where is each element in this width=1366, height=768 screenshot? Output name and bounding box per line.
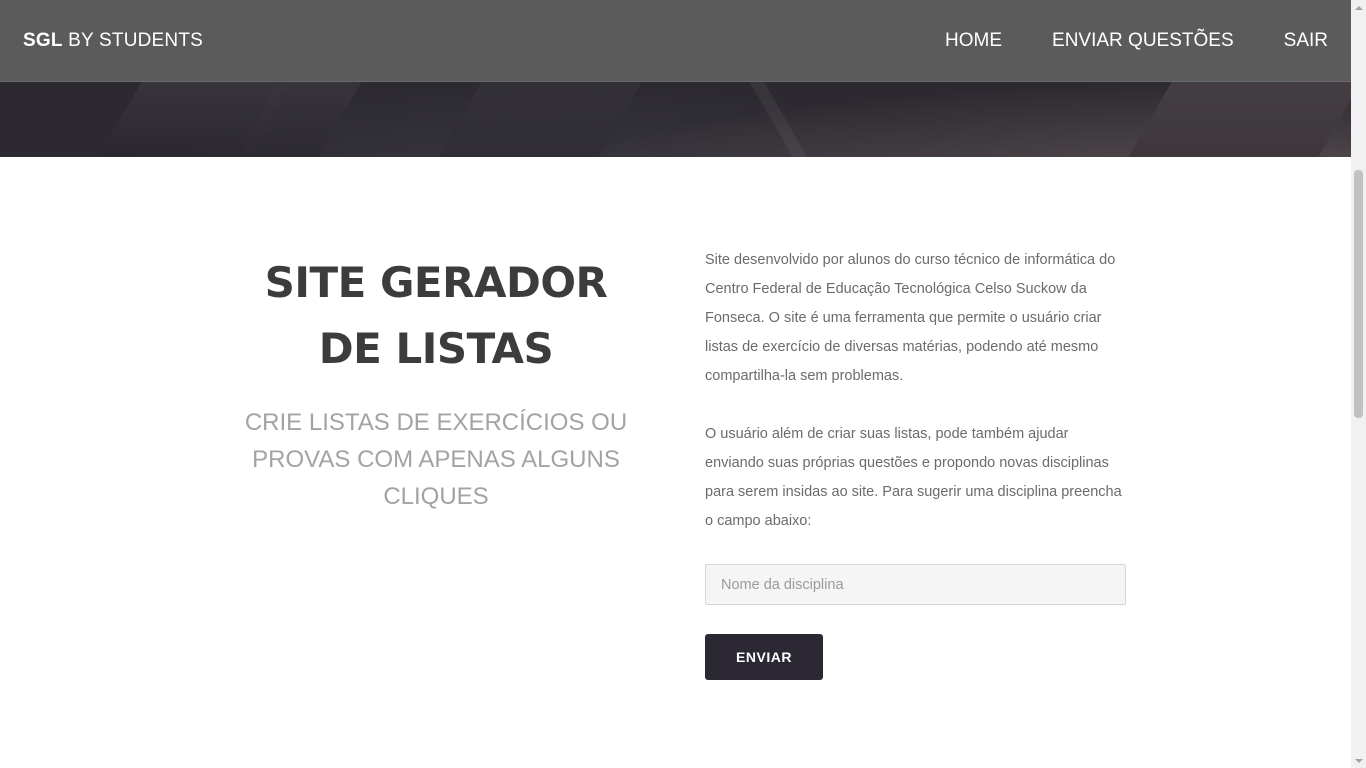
scroll-up-icon[interactable] xyxy=(1351,0,1366,15)
page-title: SITE GERADOR DE LISTAS xyxy=(264,258,608,373)
description-paragraph: O usuário além de criar suas listas, pod… xyxy=(705,426,1122,529)
intro-section: SITE GERADOR DE LISTAS CRIE LISTAS DE EX… xyxy=(230,250,642,515)
description-paragraph: Site desenvolvido por alunos do curso té… xyxy=(705,252,1116,384)
brand-bold: SGL xyxy=(23,29,63,51)
scrollbar[interactable] xyxy=(1351,0,1366,768)
hero-texture xyxy=(1128,82,1362,157)
nav-sair[interactable]: SAIR xyxy=(1284,30,1328,52)
brand-logo[interactable]: SGL BY STUDENTS xyxy=(23,30,203,52)
hero-texture xyxy=(98,82,362,157)
description-section: Site desenvolvido por alunos do curso té… xyxy=(705,246,1126,565)
page-subtitle: CRIE LISTAS DE EXERCÍCIOS OU PROVAS COM … xyxy=(244,409,628,510)
discipline-name-input[interactable] xyxy=(705,564,1126,605)
nav-home[interactable]: HOME xyxy=(945,30,1002,52)
nav-enviar-questoes[interactable]: ENVIAR QUESTÕES xyxy=(1052,30,1234,52)
page: SGL BY STUDENTS HOME ENVIAR QUESTÕES SAI… xyxy=(0,0,1366,768)
hero-texture xyxy=(438,82,642,157)
submit-button[interactable]: ENVIAR xyxy=(705,634,823,680)
nav-links: HOME ENVIAR QUESTÕES SAIR xyxy=(895,30,1328,52)
scrollbar-thumb[interactable] xyxy=(1354,170,1363,418)
scroll-down-icon[interactable] xyxy=(1351,753,1366,768)
top-navbar: SGL BY STUDENTS HOME ENVIAR QUESTÕES SAI… xyxy=(0,0,1351,82)
brand-rest: BY STUDENTS xyxy=(68,29,204,51)
